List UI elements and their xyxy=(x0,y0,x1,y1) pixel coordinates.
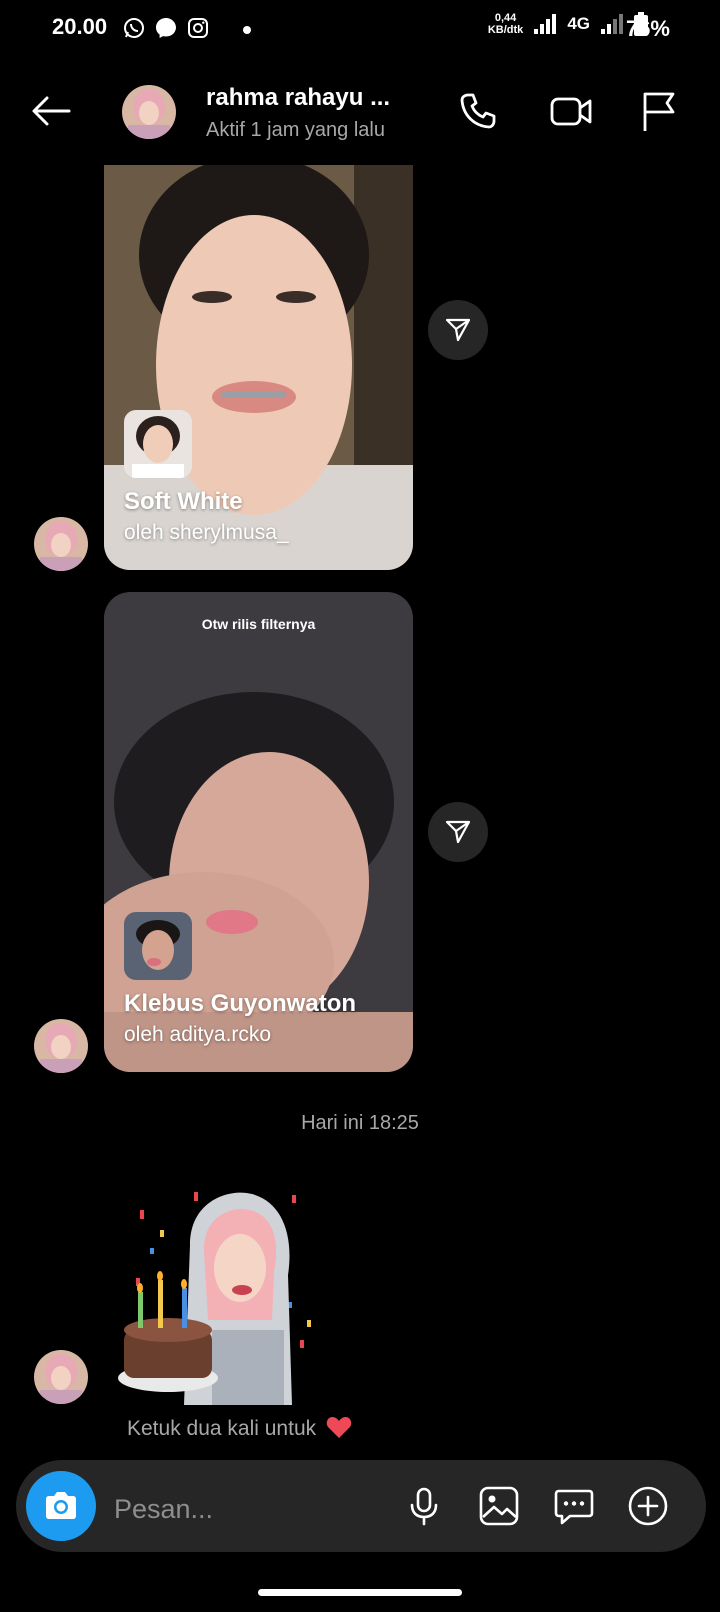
arrow-left-icon xyxy=(32,96,71,126)
instagram-icon xyxy=(188,18,208,38)
video-call-button[interactable] xyxy=(548,88,594,134)
voice-call-button[interactable] xyxy=(455,88,501,134)
message-input[interactable] xyxy=(112,1488,366,1530)
signal-icon xyxy=(534,14,557,34)
effect-share-card[interactable]: Soft White oleh sherylmusa_ xyxy=(104,165,413,570)
network-type: 4G xyxy=(567,14,590,33)
heart-icon xyxy=(326,1417,352,1438)
contact-name[interactable]: rahma rahayu ... xyxy=(206,84,390,112)
birthday-sticker[interactable] xyxy=(112,1180,322,1405)
flag-icon xyxy=(643,92,675,131)
notification-dot xyxy=(243,26,251,34)
sticker-button[interactable] xyxy=(551,1483,597,1529)
notification-icons xyxy=(122,16,210,40)
video-camera-icon xyxy=(550,97,592,126)
paper-plane-icon xyxy=(445,318,471,342)
more-options-button[interactable] xyxy=(625,1483,671,1529)
signal-icon-2 xyxy=(601,14,623,34)
sender-avatar[interactable] xyxy=(34,1019,88,1073)
avatar-image xyxy=(122,85,176,139)
whatsapp-icon xyxy=(124,18,144,38)
report-button[interactable] xyxy=(636,88,682,134)
image-icon xyxy=(479,1486,519,1526)
messenger-icon xyxy=(156,18,176,38)
effect-thumbnail xyxy=(124,912,192,980)
effect-title: Soft White xyxy=(124,488,243,515)
contact-active-status: Aktif 1 jam yang lalu xyxy=(206,119,385,141)
camera-button[interactable] xyxy=(26,1471,96,1541)
battery-percent: 76% xyxy=(625,16,670,41)
chat-bubble-icon xyxy=(554,1489,594,1525)
story-caption: Otw rilis filternya xyxy=(201,616,316,632)
sender-avatar[interactable] xyxy=(34,1350,88,1404)
paper-plane-icon xyxy=(445,820,471,844)
gallery-button[interactable] xyxy=(476,1483,522,1529)
back-button[interactable] xyxy=(28,88,74,134)
effect-author: oleh aditya.rcko xyxy=(124,1023,272,1046)
avatar-sticker-image xyxy=(118,1192,311,1405)
effect-share-card[interactable]: Otw rilis filternya Klebus Guyonwaton ol… xyxy=(104,592,413,1072)
effect-thumbnail xyxy=(124,410,192,478)
microphone-icon xyxy=(410,1487,438,1526)
phone-icon xyxy=(460,93,496,129)
effect-title: Klebus Guyonwaton xyxy=(124,990,357,1017)
home-indicator xyxy=(258,1589,462,1596)
share-button[interactable] xyxy=(428,300,488,360)
net-speed: 0,44 KB/dtk xyxy=(487,12,524,36)
share-button[interactable] xyxy=(428,802,488,862)
effect-author: oleh sherylmusa_ xyxy=(124,521,289,544)
sender-avatar[interactable] xyxy=(34,517,88,571)
voice-message-button[interactable] xyxy=(401,1483,447,1529)
message-timestamp: Hari ini 18:25 xyxy=(301,1112,419,1134)
plus-circle-icon xyxy=(628,1486,668,1526)
status-time: 20.00 xyxy=(52,14,108,39)
contact-avatar[interactable] xyxy=(122,85,176,139)
camera-icon xyxy=(46,1492,76,1519)
status-right: 0,44 KB/dtk 4G xyxy=(488,12,648,36)
double-tap-hint: Ketuk dua kali untuk xyxy=(127,1415,352,1441)
